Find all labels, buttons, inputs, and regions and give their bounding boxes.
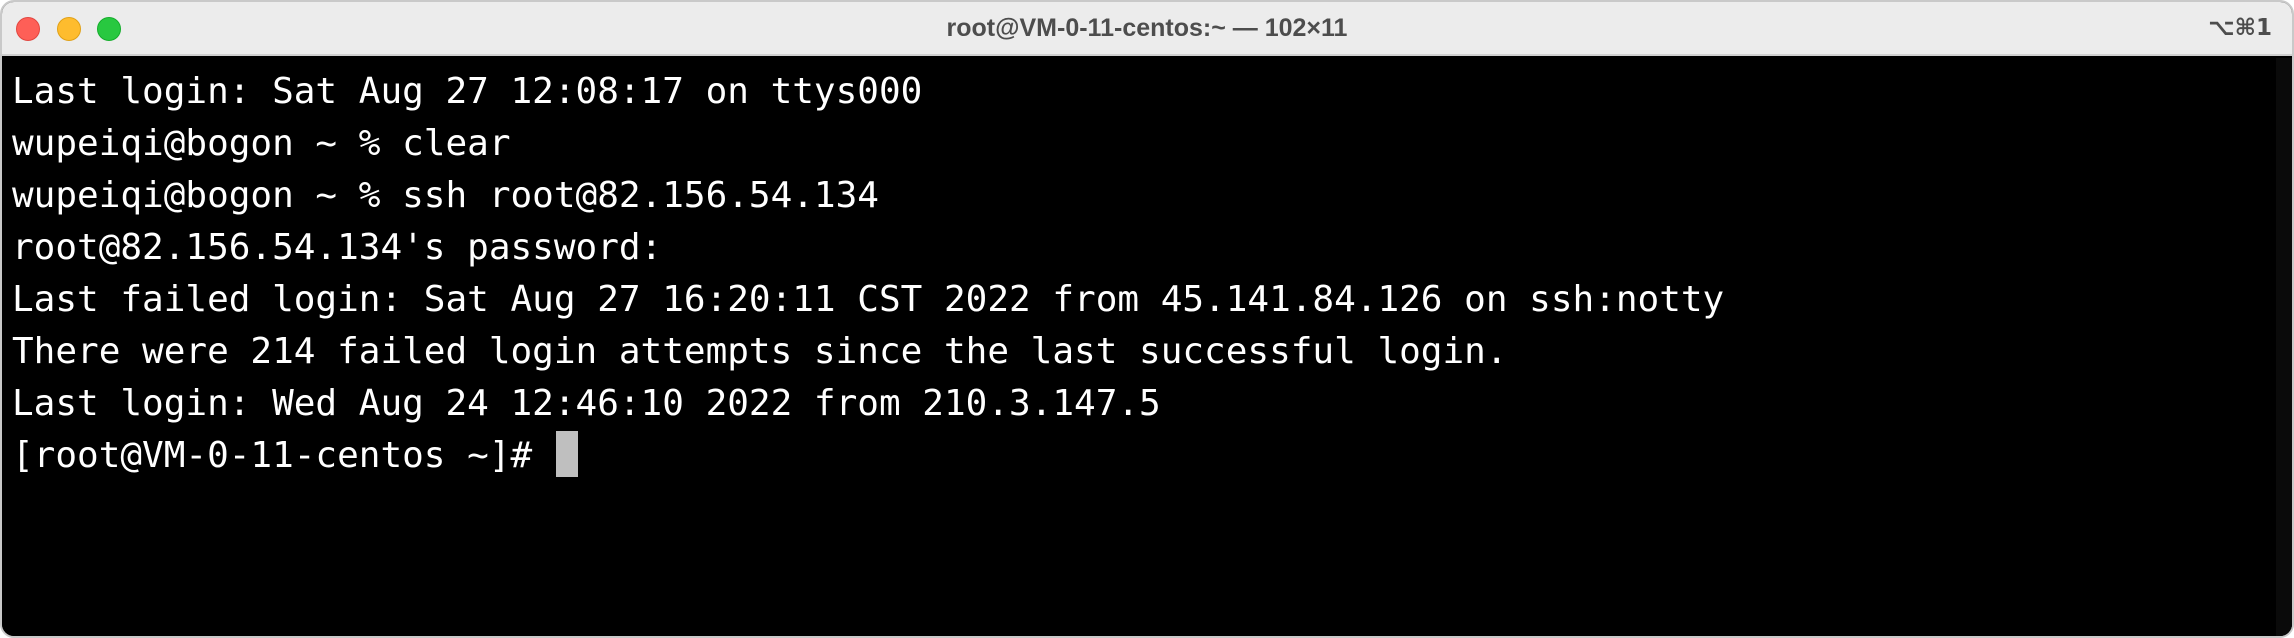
window-shortcut: ⌥⌘1 (2208, 15, 2272, 41)
terminal-line: Last login: Wed Aug 24 12:46:10 2022 fro… (12, 383, 1161, 424)
window-title: root@VM-0-11-centos:~ — 102×11 (946, 14, 1348, 42)
terminal-window: root@VM-0-11-centos:~ — 102×11 ⌥⌘1 Last … (0, 0, 2294, 638)
terminal-line: There were 214 failed login attempts sin… (12, 331, 1508, 372)
shell-prompt: [root@VM-0-11-centos ~]# (12, 435, 554, 476)
terminal-line: wupeiqi@bogon ~ % clear (12, 123, 511, 164)
terminal-line: Last login: Sat Aug 27 12:08:17 on ttys0… (12, 71, 923, 112)
prompt-line[interactable]: [root@VM-0-11-centos ~]# (12, 430, 2292, 482)
scrollbar-track[interactable] (2276, 58, 2292, 636)
terminal-content[interactable]: Last login: Sat Aug 27 12:08:17 on ttys0… (2, 58, 2292, 636)
text-cursor (555, 431, 578, 477)
terminal-line: Last failed login: Sat Aug 27 16:20:11 C… (12, 279, 1725, 320)
title-bar[interactable]: root@VM-0-11-centos:~ — 102×11 ⌥⌘1 (2, 2, 2292, 56)
terminal-line: root@82.156.54.134's password: (12, 227, 663, 268)
terminal-line: wupeiqi@bogon ~ % ssh root@82.156.54.134 (12, 175, 879, 216)
